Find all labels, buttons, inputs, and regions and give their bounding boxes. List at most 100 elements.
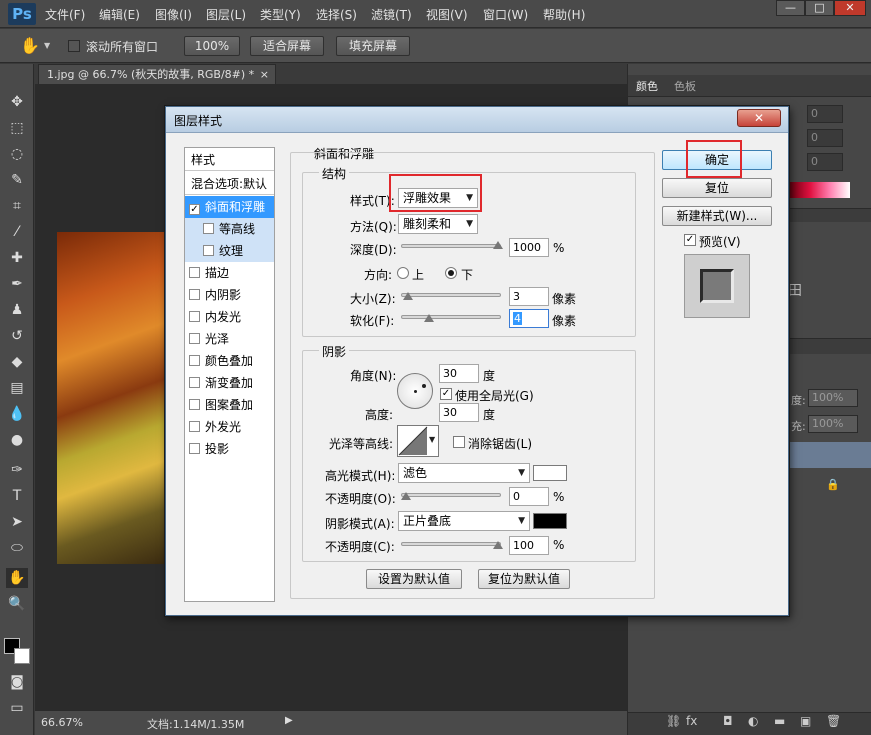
channel-b-input[interactable]: 0 — [807, 153, 843, 171]
soften-slider[interactable] — [401, 315, 501, 319]
size-slider-thumb[interactable] — [402, 292, 413, 300]
style-item-checkbox[interactable] — [189, 377, 200, 388]
style-item-checkbox[interactable] — [203, 245, 214, 256]
hand-tool-active-icon[interactable]: ✋ — [6, 568, 28, 588]
set-default-button[interactable]: 设置为默认值 — [366, 569, 462, 589]
anti-alias-checkbox[interactable] — [453, 436, 465, 448]
channel-r-input[interactable]: 0 — [807, 105, 843, 123]
soften-slider-thumb[interactable] — [424, 314, 434, 322]
style-item[interactable]: 图案叠加 — [185, 394, 274, 416]
hand-tool-icon[interactable]: ✋ — [20, 36, 40, 55]
style-item-checkbox[interactable] — [189, 399, 200, 410]
size-input[interactable]: 3 — [509, 287, 549, 306]
style-item-checkbox[interactable]: ✓ — [189, 204, 200, 215]
technique-select[interactable]: 雕刻柔和 ▼ — [398, 214, 478, 234]
layer-fill-field[interactable]: 100% — [808, 415, 858, 433]
new-style-button[interactable]: 新建样式(W)... — [662, 206, 772, 226]
zoom-tool-icon[interactable]: 🔍 — [6, 594, 28, 614]
color-ramp[interactable] — [790, 182, 850, 198]
screen-mode-icon[interactable]: ▭ — [6, 698, 28, 718]
maximize-button[interactable]: □ — [805, 0, 834, 16]
style-item[interactable]: 颜色叠加 — [185, 350, 274, 372]
style-item-checkbox[interactable] — [189, 421, 200, 432]
link-layers-icon[interactable]: ⛓ — [666, 714, 681, 728]
style-item-checkbox[interactable] — [189, 443, 200, 454]
depth-input[interactable]: 1000 — [509, 238, 549, 257]
eyedropper-tool-icon[interactable]: ⁄ — [6, 222, 28, 242]
quick-mask-icon[interactable]: ◙ — [6, 672, 28, 692]
reset-default-button[interactable]: 复位为默认值 — [478, 569, 570, 589]
blend-options-default[interactable]: 混合选项:默认 — [191, 175, 267, 192]
menu-filter[interactable]: 滤镜(T) — [371, 6, 412, 23]
depth-slider-thumb[interactable] — [493, 241, 503, 249]
dialog-close-button[interactable]: ✕ — [737, 109, 781, 127]
fit-screen-button[interactable]: 适合屏幕 — [250, 36, 324, 56]
tab-color[interactable]: 颜色 — [636, 78, 658, 94]
style-item[interactable]: 纹理 — [185, 240, 274, 262]
chevron-down-icon[interactable]: ▼ — [44, 41, 50, 50]
style-item[interactable]: 投影 — [185, 438, 274, 460]
status-menu-arrow-icon[interactable]: ▶ — [285, 715, 293, 726]
eraser-tool-icon[interactable]: ◆ — [6, 352, 28, 372]
angle-dial[interactable] — [397, 373, 433, 409]
style-item-checkbox[interactable] — [189, 289, 200, 300]
trash-icon[interactable]: 🗑 — [826, 714, 841, 728]
gloss-contour-picker[interactable]: ▼ — [397, 425, 439, 457]
menu-file[interactable]: 文件(F) — [45, 6, 85, 23]
highlight-mode-select[interactable]: 滤色 ▼ — [398, 463, 530, 483]
menu-view[interactable]: 视图(V) — [426, 6, 468, 23]
quick-select-tool-icon[interactable]: ✎ — [6, 170, 28, 190]
style-item[interactable]: 内阴影 — [185, 284, 274, 306]
lasso-tool-icon[interactable]: ◌ — [6, 144, 28, 164]
pen-tool-icon[interactable]: ✑ — [6, 460, 28, 480]
mask-icon[interactable]: ◘ — [723, 714, 733, 728]
shadow-opacity-input[interactable]: 100 — [509, 536, 549, 555]
menu-select[interactable]: 选择(S) — [316, 6, 357, 23]
clone-stamp-tool-icon[interactable]: ♟ — [6, 300, 28, 320]
soften-input[interactable]: 4 — [509, 309, 549, 328]
fx-icon[interactable]: fx — [686, 714, 697, 728]
highlight-opacity-slider[interactable] — [401, 493, 501, 497]
style-item[interactable]: 外发光 — [185, 416, 274, 438]
angle-input[interactable]: 30 — [439, 364, 479, 383]
style-item[interactable]: 描边 — [185, 262, 274, 284]
zoom-100-button[interactable]: 100% — [184, 36, 240, 56]
style-item[interactable]: 光泽 — [185, 328, 274, 350]
style-item[interactable]: 渐变叠加 — [185, 372, 274, 394]
global-light-checkbox[interactable]: ✓ — [440, 388, 452, 400]
scroll-all-checkbox[interactable] — [68, 40, 80, 52]
minimize-button[interactable]: — — [776, 0, 805, 16]
style-item-checkbox[interactable] — [203, 223, 214, 234]
menu-type[interactable]: 类型(Y) — [260, 6, 301, 23]
reset-button[interactable]: 复位 — [662, 178, 772, 198]
document-tab[interactable]: 1.jpg @ 66.7% (秋天的故事, RGB/8#) * × — [38, 64, 276, 84]
ellipse-tool-icon[interactable]: ⬭ — [6, 538, 28, 558]
channel-g-input[interactable]: 0 — [807, 129, 843, 147]
shadow-opacity-thumb[interactable] — [493, 541, 503, 549]
healing-brush-tool-icon[interactable]: ✚ — [6, 248, 28, 268]
menu-help[interactable]: 帮助(H) — [543, 6, 585, 23]
direction-down-radio[interactable] — [445, 267, 457, 279]
move-tool-icon[interactable]: ✥ — [6, 92, 28, 112]
layer-opacity-field[interactable]: 100% — [808, 389, 858, 407]
brush-tool-icon[interactable]: ✒ — [6, 274, 28, 294]
background-color-swatch[interactable] — [14, 648, 30, 664]
shadow-color-swatch[interactable] — [533, 513, 567, 529]
blur-tool-icon[interactable]: 💧 — [6, 404, 28, 424]
marquee-tool-icon[interactable]: ⬚ — [6, 118, 28, 138]
highlight-opacity-input[interactable]: 0 — [509, 487, 549, 506]
adjustment-icon[interactable]: ◐ — [748, 714, 758, 728]
styles-header[interactable]: 样式 — [191, 151, 215, 168]
preview-checkbox[interactable]: ✓ — [684, 234, 696, 246]
menu-image[interactable]: 图像(I) — [155, 6, 192, 23]
menu-layer[interactable]: 图层(L) — [206, 6, 246, 23]
direction-up-radio[interactable] — [397, 267, 409, 279]
selected-layer-row[interactable] — [790, 442, 871, 468]
style-item[interactable]: ✓ 斜面和浮雕 — [185, 196, 274, 218]
menu-edit[interactable]: 编辑(E) — [99, 6, 140, 23]
type-tool-icon[interactable]: T — [6, 486, 28, 506]
window-close-button[interactable]: ✕ — [834, 0, 866, 16]
depth-slider[interactable] — [401, 244, 501, 248]
style-item-checkbox[interactable] — [189, 267, 200, 278]
highlight-color-swatch[interactable] — [533, 465, 567, 481]
